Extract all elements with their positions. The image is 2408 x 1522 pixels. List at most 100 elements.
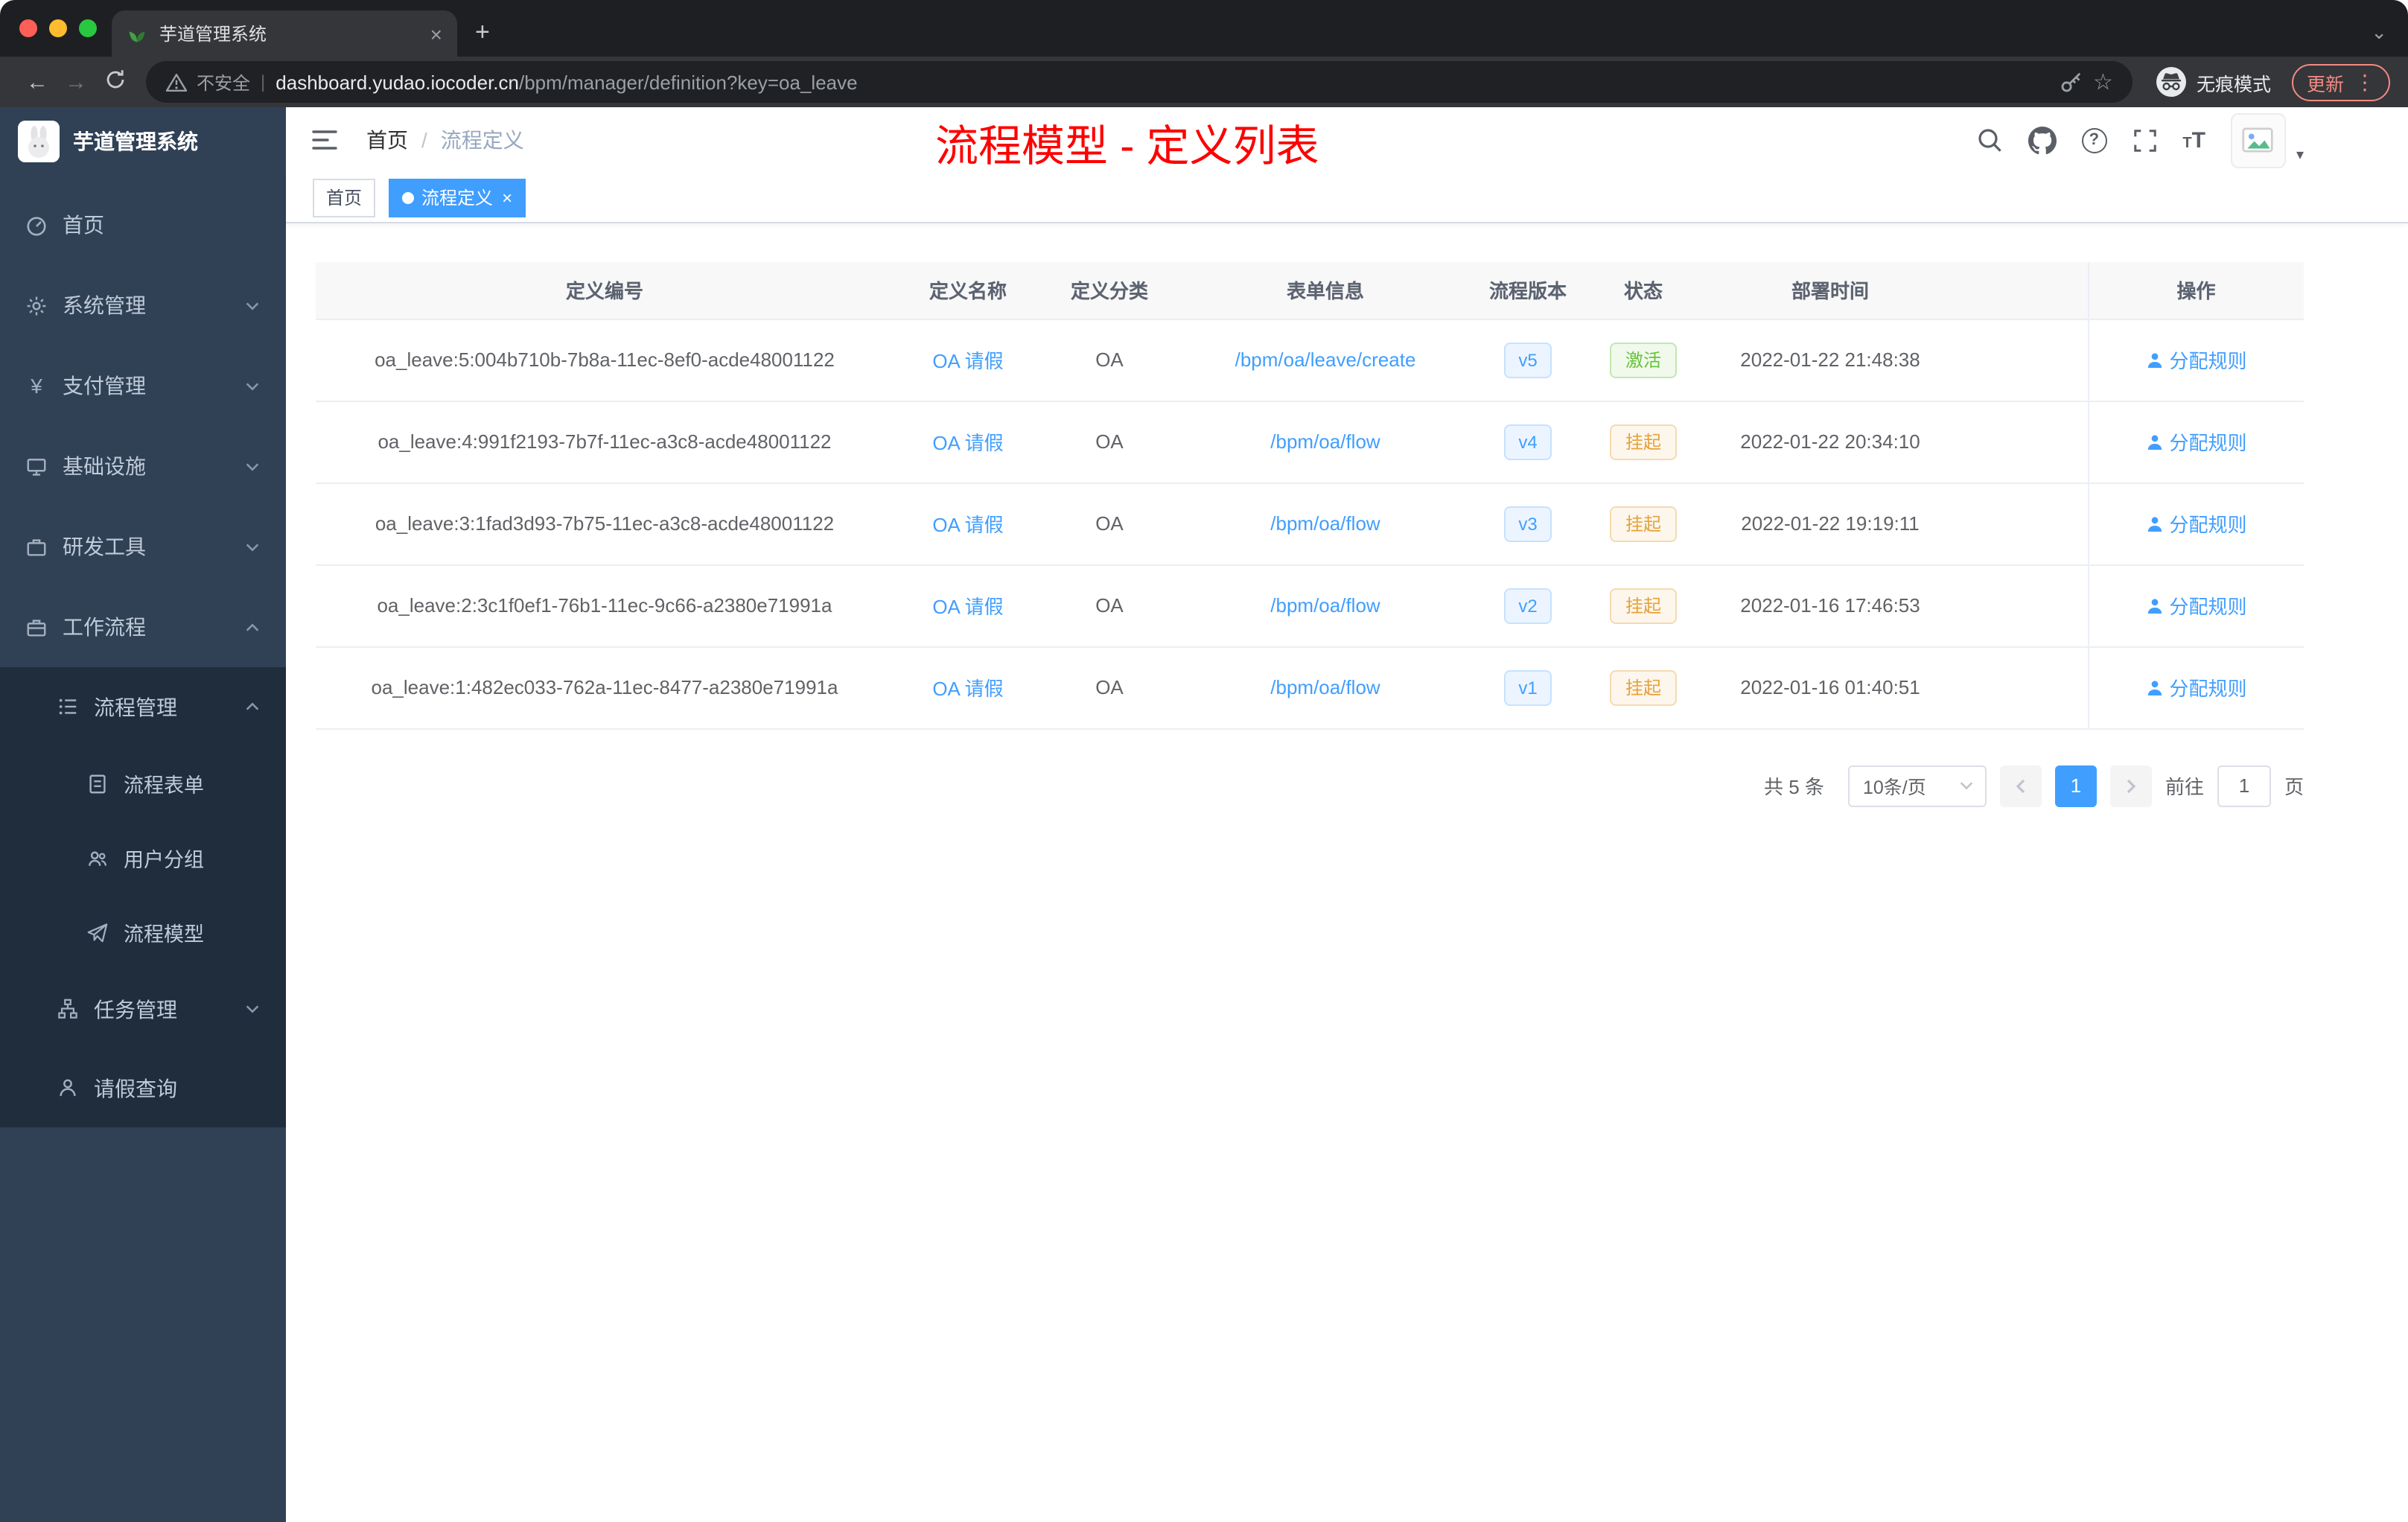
logo-avatar: [18, 121, 60, 162]
font-size-icon[interactable]: TT: [2182, 129, 2205, 151]
sidebar-item-process-forms[interactable]: 流程表单: [0, 746, 286, 821]
assign-rule-link[interactable]: 分配规则: [2145, 427, 2247, 456]
user-group-icon: [89, 850, 106, 865]
monitor-icon: [27, 458, 46, 475]
form-link[interactable]: /bpm/oa/flow: [1270, 512, 1380, 535]
form-link[interactable]: /bpm/oa/flow: [1270, 430, 1380, 453]
sidebar-toggle-icon[interactable]: [310, 125, 340, 155]
page-size-select[interactable]: 10条/页: [1847, 765, 1987, 806]
table-header-row: 定义编号 定义名称 定义分类 表单信息 流程版本 状态 部署时间 操作: [316, 262, 2304, 319]
tag-process-definition[interactable]: 流程定义 ×: [389, 178, 526, 217]
chevron-down-icon: [1960, 782, 1973, 790]
tree-icon: [58, 999, 77, 1019]
back-button[interactable]: ←: [18, 71, 57, 93]
browser-toolbar: ← → 不安全 | dashboard.yudao.iocoder.cn/bpm…: [0, 57, 2408, 107]
chevron-right-icon: [2127, 778, 2136, 793]
password-key-icon[interactable]: [2059, 70, 2083, 94]
chevron-down-icon: [246, 382, 259, 390]
sidebar-item-workflow[interactable]: 工作流程: [0, 587, 286, 667]
form-link[interactable]: /bpm/oa/leave/create: [1235, 348, 1416, 371]
avatar[interactable]: [2230, 112, 2286, 168]
reload-button[interactable]: [95, 69, 134, 95]
sidebar-item-dev-tools[interactable]: 研发工具: [0, 506, 286, 587]
tab-close-icon[interactable]: ×: [430, 23, 442, 44]
tag-close-icon[interactable]: ×: [502, 188, 512, 206]
tab-title: 芋道管理系统: [159, 24, 267, 45]
caret-down-icon[interactable]: ▾: [2296, 147, 2304, 163]
new-tab-button[interactable]: +: [475, 19, 490, 45]
sidebar-item-home[interactable]: 首页: [0, 185, 286, 265]
status-tag: 激活: [1610, 342, 1676, 378]
github-icon[interactable]: [2028, 126, 2057, 154]
window-zoom-button[interactable]: [79, 19, 97, 37]
definition-name-link[interactable]: OA 请假: [932, 432, 1003, 454]
sidebar-item-process-management[interactable]: 流程管理: [0, 667, 286, 746]
assign-rule-link[interactable]: 分配规则: [2145, 673, 2247, 701]
yen-icon: ¥: [31, 374, 42, 398]
form-link[interactable]: /bpm/oa/flow: [1270, 676, 1380, 698]
assign-rule-link[interactable]: 分配规则: [2145, 591, 2247, 620]
definition-name-link[interactable]: OA 请假: [932, 514, 1003, 536]
top-navbar: 首页 / 流程定义 流程模型 - 定义列表 ? T T ▾: [286, 107, 2408, 173]
sidebar-item-process-models[interactable]: 流程模型: [0, 895, 286, 969]
assign-rule-link[interactable]: 分配规则: [2145, 509, 2247, 538]
person-icon: [2147, 680, 2162, 695]
sidebar-item-label: 首页: [63, 213, 104, 237]
goto-unit: 页: [2284, 776, 2304, 798]
prev-page-button[interactable]: [1999, 765, 2042, 806]
chevron-up-icon: [246, 702, 259, 710]
column-header-action: 操作: [2087, 262, 2304, 319]
search-icon[interactable]: [1975, 127, 2002, 153]
browser-tab[interactable]: 芋道管理系统 ×: [112, 10, 457, 57]
tag-home[interactable]: 首页: [313, 178, 376, 217]
sidebar-item-system[interactable]: 系统管理: [0, 265, 286, 346]
sidebar-item-label: 流程管理: [94, 695, 177, 719]
version-tag: v1: [1503, 669, 1552, 705]
help-icon[interactable]: ?: [2081, 127, 2107, 153]
sidebar-item-leave-query[interactable]: 请假查询: [0, 1048, 286, 1127]
definition-name-link[interactable]: OA 请假: [932, 350, 1003, 372]
column-header-category: 定义分类: [1042, 262, 1176, 319]
page-content: 定义编号 定义名称 定义分类 表单信息 流程版本 状态 部署时间 操作 oa_l…: [286, 223, 2408, 1522]
page-jump-input[interactable]: [2217, 765, 2271, 806]
column-header-id: 定义编号: [316, 262, 894, 319]
cell-deploy-time: 2022-01-22 19:19:11: [1705, 483, 1955, 565]
window-controls: [19, 19, 97, 37]
page-size-value: 10条/页: [1862, 777, 1926, 798]
definition-name-link[interactable]: OA 请假: [932, 678, 1003, 700]
table-row: oa_leave:2:3c1f0ef1-76b1-11ec-9c66-a2380…: [316, 564, 2304, 647]
status-tag: 挂起: [1610, 669, 1676, 705]
cell-deploy-time: 2022-01-16 01:40:51: [1705, 646, 1955, 729]
sidebar-menu: 首页 系统管理 ¥ 支付管理 基础设施 研发工具 工作流程 流程管理 流程表单 …: [0, 176, 286, 1127]
bookmark-star-icon[interactable]: ☆: [2093, 71, 2113, 93]
tab-search-chevron-icon[interactable]: ⌄: [2371, 22, 2387, 42]
column-header-filler: [1955, 262, 2088, 319]
sidebar-item-payment[interactable]: ¥ 支付管理: [0, 346, 286, 426]
sidebar-item-task-management[interactable]: 任务管理: [0, 969, 286, 1048]
forward-button[interactable]: →: [57, 71, 95, 93]
sidebar-item-label: 支付管理: [63, 374, 146, 398]
update-button[interactable]: 更新 ⋮: [2291, 63, 2390, 101]
table-row: oa_leave:4:991f2193-7b7f-11ec-a3c8-acde4…: [316, 401, 2304, 483]
sidebar: 芋道管理系统 首页 系统管理 ¥ 支付管理 基础设施 研发工具 工作流程 流程管…: [0, 107, 286, 1522]
chevron-down-icon: [246, 462, 259, 471]
cell-filler: [1955, 401, 2088, 483]
browser-menu-dots-icon[interactable]: ⋮: [2354, 71, 2375, 92]
fullscreen-icon[interactable]: [2132, 127, 2157, 153]
window-close-button[interactable]: [19, 19, 37, 37]
breadcrumb-home[interactable]: 首页: [366, 125, 408, 155]
security-chip[interactable]: 不安全: [165, 69, 250, 95]
sidebar-item-infrastructure[interactable]: 基础设施: [0, 426, 286, 506]
assign-rule-link[interactable]: 分配规则: [2145, 346, 2247, 374]
form-link[interactable]: /bpm/oa/flow: [1270, 594, 1380, 617]
window-minimize-button[interactable]: [49, 19, 67, 37]
chevron-down-icon: [246, 543, 259, 551]
tab-favicon-icon: [129, 31, 145, 42]
page-number-button[interactable]: 1: [2054, 765, 2097, 806]
definition-name-link[interactable]: OA 请假: [932, 596, 1003, 618]
address-bar[interactable]: 不安全 | dashboard.yudao.iocoder.cn/bpm/man…: [146, 61, 2133, 103]
version-tag: v3: [1503, 506, 1552, 541]
next-page-button[interactable]: [2109, 765, 2152, 806]
sidebar-item-user-groups[interactable]: 用户分组: [0, 821, 286, 895]
sidebar-logo[interactable]: 芋道管理系统: [0, 107, 286, 176]
